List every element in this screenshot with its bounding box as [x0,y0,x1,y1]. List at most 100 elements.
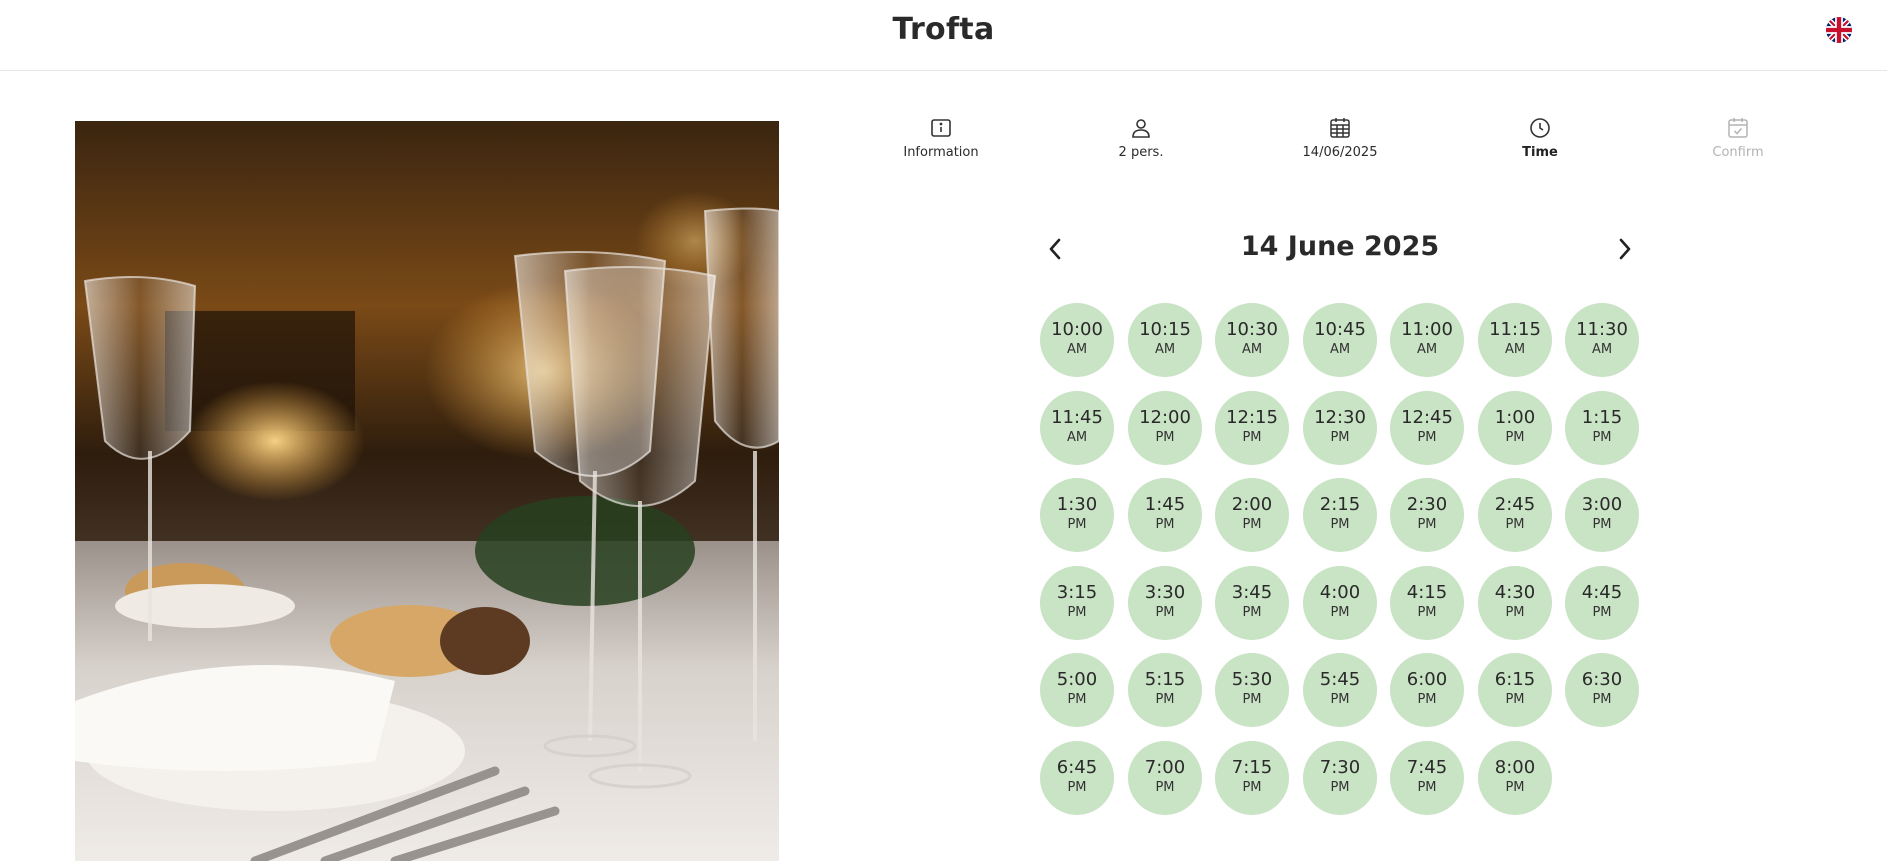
time-slot-button[interactable]: 7:45 PM [1390,741,1464,815]
time-slot-button[interactable]: 10:30 AM [1215,303,1289,377]
time-slot-button[interactable]: 11:45 AM [1040,391,1114,465]
time-slot-button[interactable]: 10:15 AM [1128,303,1202,377]
time-slot-period: PM [1330,692,1350,707]
top-bar: Trofta [0,0,1887,71]
time-slot-button[interactable]: 3:00 PM [1565,478,1639,552]
time-slot-button[interactable]: 4:30 PM [1478,566,1552,640]
time-slot-button[interactable]: 1:45 PM [1128,478,1202,552]
time-slot-time: 12:30 [1314,407,1366,428]
time-slot-button[interactable]: 6:45 PM [1040,741,1114,815]
time-slot-button[interactable]: 7:00 PM [1128,741,1202,815]
time-slot-time: 4:00 [1319,582,1361,603]
time-slot-button[interactable]: 5:15 PM [1128,653,1202,727]
step-time[interactable]: Time [1460,116,1620,160]
time-slot-button[interactable]: 4:15 PM [1390,566,1464,640]
time-slot-button[interactable]: 1:30 PM [1040,478,1114,552]
time-slot-time: 11:00 [1401,319,1453,340]
step-label: Time [1522,145,1558,160]
time-slot-button[interactable]: 8:00 PM [1478,741,1552,815]
time-slot-time: 2:45 [1494,494,1536,515]
time-slot-time: 6:00 [1406,669,1448,690]
time-slot-period: PM [1417,517,1437,532]
next-day-button[interactable] [1610,233,1640,265]
time-slot-button[interactable]: 7:30 PM [1303,741,1377,815]
time-slot-button[interactable]: 4:00 PM [1303,566,1377,640]
time-slot-time: 8:00 [1494,757,1536,778]
time-slot-button[interactable]: 12:00 PM [1128,391,1202,465]
time-slot-button[interactable]: 3:15 PM [1040,566,1114,640]
time-slot-time: 6:45 [1056,757,1098,778]
step-label: 2 pers. [1118,145,1164,160]
time-slot-period: PM [1242,692,1262,707]
time-slot-button[interactable]: 2:00 PM [1215,478,1289,552]
time-slot-period: PM [1417,605,1437,620]
time-slot-button[interactable]: 1:15 PM [1565,391,1639,465]
time-slot-period: PM [1155,605,1175,620]
time-slot-button[interactable]: 11:15 AM [1478,303,1552,377]
time-slot-time: 3:15 [1056,582,1098,603]
step-confirm[interactable]: Confirm [1658,116,1818,160]
time-slot-button[interactable]: 2:15 PM [1303,478,1377,552]
time-slot-time: 10:00 [1051,319,1103,340]
time-slot-button[interactable]: 2:45 PM [1478,478,1552,552]
chevron-right-icon [1619,238,1631,260]
time-slot-button[interactable]: 2:30 PM [1390,478,1464,552]
time-slot-button[interactable]: 3:45 PM [1215,566,1289,640]
time-slot-button[interactable]: 12:45 PM [1390,391,1464,465]
step-date[interactable]: 14/06/2025 [1260,116,1420,160]
time-slot-time: 3:00 [1581,494,1623,515]
time-slot-button[interactable]: 5:45 PM [1303,653,1377,727]
time-slot-button[interactable]: 1:00 PM [1478,391,1552,465]
time-slot-period: PM [1067,605,1087,620]
selected-date-title: 14 June 2025 [1240,231,1440,262]
time-slot-time: 5:00 [1056,669,1098,690]
time-slot-time: 4:30 [1494,582,1536,603]
uk-flag-icon[interactable] [1826,17,1852,43]
time-slot-time: 5:45 [1319,669,1361,690]
time-slot-time: 6:30 [1581,669,1623,690]
step-label: 14/06/2025 [1302,145,1378,160]
time-slot-time: 1:00 [1494,407,1536,428]
time-slot-period: PM [1067,692,1087,707]
time-slot-period: PM [1505,780,1525,795]
time-slot-period: PM [1242,430,1262,445]
time-slot-time: 1:30 [1056,494,1098,515]
time-slot-button[interactable]: 7:15 PM [1215,741,1289,815]
time-slot-time: 12:15 [1226,407,1278,428]
time-slot-button[interactable]: 5:30 PM [1215,653,1289,727]
time-slot-time: 3:45 [1231,582,1273,603]
time-slot-button[interactable]: 12:15 PM [1215,391,1289,465]
step-information[interactable]: Information [861,116,1021,160]
time-slot-button[interactable]: 12:30 PM [1303,391,1377,465]
info-icon [931,119,951,137]
time-slot-period: PM [1505,517,1525,532]
time-slot-button[interactable]: 11:30 AM [1565,303,1639,377]
time-slot-button[interactable]: 4:45 PM [1565,566,1639,640]
time-slot-period: PM [1330,430,1350,445]
time-slot-button[interactable]: 10:00 AM [1040,303,1114,377]
time-slot-period: PM [1067,780,1087,795]
time-slot-button[interactable]: 10:45 AM [1303,303,1377,377]
time-slot-time: 10:30 [1226,319,1278,340]
time-slot-period: PM [1155,692,1175,707]
time-slot-button[interactable]: 3:30 PM [1128,566,1202,640]
time-slot-period: AM [1066,342,1088,357]
time-slot-button[interactable]: 5:00 PM [1040,653,1114,727]
time-slot-button[interactable]: 6:00 PM [1390,653,1464,727]
time-slot-button[interactable]: 11:00 AM [1390,303,1464,377]
time-slot-period: PM [1592,692,1612,707]
date-navigation: 14 June 2025 [1040,225,1640,273]
time-slot-period: PM [1155,430,1175,445]
time-slot-time: 2:15 [1319,494,1361,515]
time-slot-time: 1:15 [1581,407,1623,428]
time-slot-period: PM [1592,517,1612,532]
time-slot-time: 2:00 [1231,494,1273,515]
time-slot-period: PM [1505,605,1525,620]
restaurant-photo [75,121,779,861]
time-slot-time: 11:45 [1051,407,1103,428]
time-slot-period: PM [1505,430,1525,445]
step-persons[interactable]: 2 pers. [1061,116,1221,160]
time-slot-period: PM [1155,517,1175,532]
time-slot-button[interactable]: 6:15 PM [1478,653,1552,727]
time-slot-button[interactable]: 6:30 PM [1565,653,1639,727]
